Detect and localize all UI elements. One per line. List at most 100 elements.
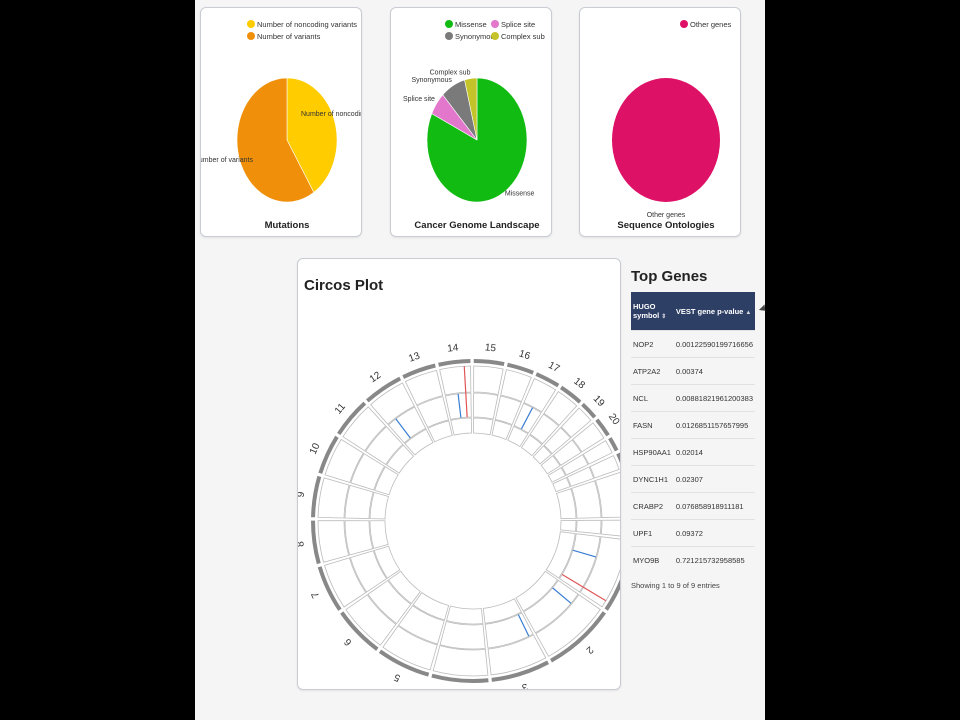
slice-label: Synonymous: [411, 77, 452, 84]
chromosome-label: 21: [618, 430, 620, 445]
pvalue-cell: 0.0126851157657995: [673, 411, 755, 439]
circos-plot: 12345678910111213141516171819202122XY: [298, 342, 620, 689]
gene-symbol-cell: HSP90AA1: [631, 438, 674, 466]
legend-item[interactable]: Complex sub: [491, 32, 545, 41]
chromosome-label: 14: [447, 343, 460, 355]
circos-plot-card: Circos Plot 1234567891011121314151617181…: [297, 258, 621, 690]
table-row[interactable]: FASN 0.0126851157657995: [631, 411, 755, 439]
chromosome-label: 13: [407, 350, 422, 364]
legend-swatch: [491, 20, 499, 28]
slice-label: Complex sub: [430, 70, 471, 77]
sequence-ontologies-pie-card: Other genes Other genes Sequence Ontologie…: [579, 7, 741, 237]
hugo-symbol-column-header[interactable]: HUGO symbol ⇕: [631, 292, 674, 331]
cancer-genome-landscape-pie-chart: Missense Splice siteSynonymous Complex sub…: [403, 20, 545, 231]
legend-label: Complex sub: [501, 32, 545, 41]
mutations-pie-chart: Number of noncoding variants Number of va…: [201, 20, 361, 231]
chromosome-label: 17: [546, 360, 561, 375]
chromosome-label: 2: [583, 644, 595, 656]
pvalue-cell: 0.721215732958585: [673, 546, 755, 573]
report-page: Number of noncoding variants Number of va…: [195, 0, 765, 720]
chromosome-label: 6: [342, 636, 354, 648]
hugo-symbol-header-label: HUGO symbol: [633, 302, 660, 320]
circos-track-segment: [344, 484, 374, 519]
table-row[interactable]: MYO9B 0.721215732958585: [631, 546, 755, 573]
table-row[interactable]: NCL 0.00881821961200383: [631, 384, 755, 412]
legend-swatch: [491, 32, 499, 40]
legend-label: Other genes: [690, 20, 732, 29]
sort-icon: ⇕: [661, 314, 667, 320]
chromosome-label: 11: [333, 401, 348, 416]
pvalue-cell: 0.02014: [673, 438, 755, 466]
chromosome-label: 18: [571, 376, 587, 392]
legend-swatch: [445, 32, 453, 40]
circos-track-segment: [473, 365, 504, 395]
legend-item[interactable]: Missense: [445, 20, 487, 29]
table-row[interactable]: UPF1 0.09372: [631, 519, 755, 547]
gene-symbol-cell: FASN: [631, 411, 674, 439]
chromosome-ideogram[interactable]: [438, 359, 471, 367]
circos-track-segment: [560, 520, 577, 532]
pie-slice[interactable]: [612, 78, 720, 202]
circos-track-segment: [446, 605, 484, 625]
circos-track-segment: [473, 392, 499, 420]
table-row[interactable]: ATP2A2 0.00374: [631, 357, 755, 385]
chromosome-label: 9: [298, 491, 307, 499]
chromosome-label: 3: [520, 681, 529, 689]
legend-label: Splice site: [501, 20, 535, 29]
circos-track-segment: [450, 417, 472, 436]
circos-track-segment: [317, 520, 350, 563]
sort-ascending-icon: ▲: [745, 309, 752, 316]
slice-label: Number of variants: [201, 157, 253, 164]
vest-pvalue-header-label: VEST gene p-value: [675, 306, 744, 316]
gene-symbol-cell: CRABP2: [631, 492, 674, 520]
chromosome-label: 19: [591, 393, 607, 409]
legend-item[interactable]: Splice site: [491, 20, 535, 29]
circos-track-segment: [369, 520, 389, 549]
legend-item[interactable]: Other genes: [680, 20, 732, 29]
pvalue-cell: 0.00122590199716656: [673, 330, 755, 358]
chromosome-label: 10: [308, 441, 323, 456]
slice-label: Other genes: [647, 212, 686, 219]
chromosome-ideogram[interactable]: [473, 359, 505, 367]
table-row[interactable]: CRABP2 0.076858918911181: [631, 492, 755, 520]
chromosome-label: 4: [455, 688, 462, 689]
legend-swatch: [445, 20, 453, 28]
legend-label: Number of noncoding variants: [257, 20, 357, 29]
top-genes-panel: Top Genes HUGO symbol ⇕ VEST gene p-value…: [631, 268, 757, 590]
slice-label: Splice site: [403, 96, 435, 103]
circos-track-segment: [317, 477, 350, 519]
top-genes-table: HUGO symbol ⇕ VEST gene p-value ▲ NOP2 0.00…: [631, 292, 755, 573]
pvalue-cell: 0.02307: [673, 465, 755, 493]
circos-track-segment: [600, 519, 620, 537]
gene-symbol-cell: MYO9B: [631, 546, 674, 573]
table-row[interactable]: NOP2 0.00122590199716656: [631, 330, 755, 358]
legend-label: Number of variants: [257, 32, 321, 41]
legend-item[interactable]: Number of noncoding variants: [247, 20, 357, 29]
legend-item[interactable]: Number of variants: [247, 32, 321, 41]
legend-label: Missense: [455, 20, 487, 29]
chromosome-label: 7: [310, 590, 323, 600]
chromosome-label: 5: [392, 671, 402, 684]
pvalue-cell: 0.09372: [673, 519, 755, 547]
pie-title: Cancer Genome Landscape: [414, 220, 539, 231]
gene-symbol-cell: UPF1: [631, 519, 674, 547]
table-row[interactable]: HSP90AA1 0.02014: [631, 438, 755, 466]
circos-track-segment: [344, 520, 374, 556]
gene-symbol-cell: DYNC1H1: [631, 465, 674, 493]
circos-track-segment: [432, 645, 489, 677]
chromosome-label: 12: [368, 370, 384, 386]
vest-pvalue-column-header[interactable]: VEST gene p-value ▲: [673, 292, 755, 331]
legend-item[interactable]: Synonymous: [445, 32, 499, 41]
top-genes-table-body: NOP2 0.00122590199716656 ATP2A2 0.00374 NCL 0…: [631, 330, 755, 573]
slice-label: Missense: [505, 191, 535, 198]
pvalue-cell: 0.076858918911181: [673, 492, 755, 520]
legend-swatch: [680, 20, 688, 28]
sequence-ontologies-pie-chart: Other genesOther genesSequence Ontologie…: [612, 20, 732, 231]
pvalue-cell: 0.00881821961200383: [673, 384, 755, 412]
table-row[interactable]: DYNC1H1 0.02307: [631, 465, 755, 493]
pvalue-cell: 0.00374: [673, 357, 755, 385]
legend-swatch: [247, 32, 255, 40]
chromosome-label: 8: [298, 540, 307, 547]
legend-swatch: [247, 20, 255, 28]
chromosome-label: 20: [606, 412, 620, 428]
